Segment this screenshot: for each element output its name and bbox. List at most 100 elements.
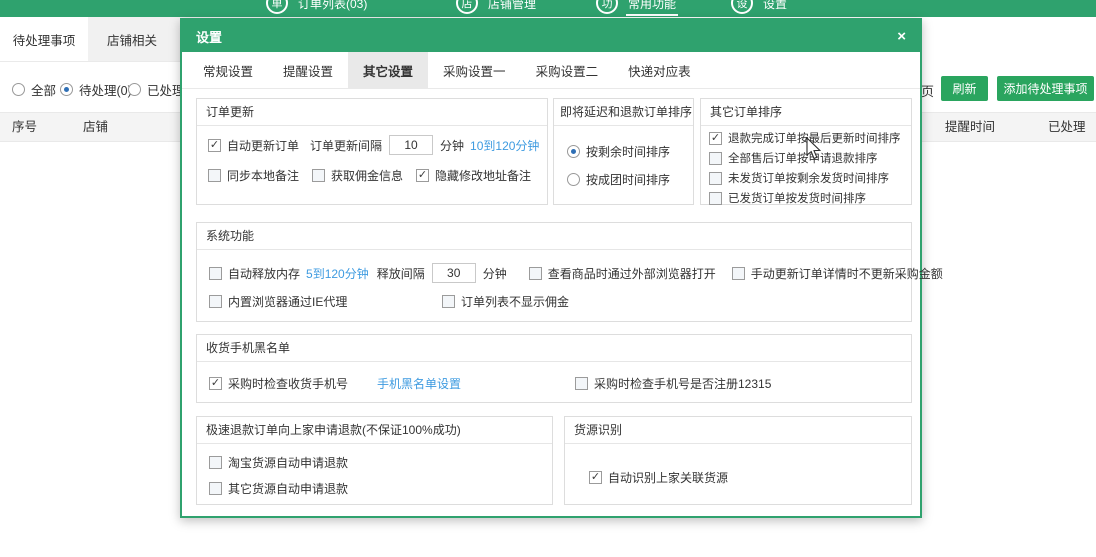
col-seq: 序号 xyxy=(12,113,37,141)
nav-settings-label: 设置 xyxy=(763,0,787,12)
checkbox-label: 未发货订单按剩余发货时间排序 xyxy=(728,170,889,186)
checkbox-icon xyxy=(208,169,221,182)
section-title: 极速退款订单向上家申请退款(不保证100%成功) xyxy=(197,417,552,444)
section-other-order-sort: 其它订单排序 退款完成订单按最后更新时间排序 全部售后订单按申请退款排序 未发货… xyxy=(700,98,912,205)
radio-sort-by-remaining-time[interactable]: 按剩余时间排序 xyxy=(567,143,670,160)
tab-pending-items[interactable]: 待处理事项 xyxy=(0,17,88,61)
checkbox-label: 全部售后订单按申请退款排序 xyxy=(728,150,878,166)
filter-processed[interactable]: 已处理 xyxy=(128,80,185,99)
checkbox-label: 自动更新订单 xyxy=(227,137,299,154)
checkbox-icon xyxy=(709,192,722,205)
section-title: 订单更新 xyxy=(197,99,547,126)
add-pending-item-button[interactable]: 添加待处理事项 xyxy=(997,76,1094,101)
common-functions-icon: 功 xyxy=(596,0,618,14)
release-interval-label: 释放间隔 xyxy=(377,265,425,282)
checkbox-get-commission[interactable]: 获取佣金信息 xyxy=(312,167,403,184)
checkbox-auto-identify-source[interactable]: 自动识别上家关联货源 xyxy=(589,469,728,486)
checkbox-icon xyxy=(416,169,429,182)
checkbox-taobao-auto-refund[interactable]: 淘宝货源自动申请退款 xyxy=(209,454,348,471)
section-title: 收货手机黑名单 xyxy=(197,335,911,362)
checkbox-label: 已发货订单按发货时间排序 xyxy=(728,190,866,206)
checkbox-refund-complete-sort[interactable]: 退款完成订单按最后更新时间排序 xyxy=(709,130,901,146)
nav-order-list[interactable]: 单 订单列表(03) xyxy=(266,0,367,14)
section-phone-blacklist: 收货手机黑名单 采购时检查收货手机号 手机黑名单设置 采购时检查手机号是否注册1… xyxy=(196,334,912,403)
checkbox-ie-proxy[interactable]: 内置浏览器通过IE代理 xyxy=(209,293,347,310)
checkbox-hide-address-note[interactable]: 隐藏修改地址备注 xyxy=(416,167,531,184)
checkbox-auto-free-memory[interactable]: 自动释放内存 xyxy=(209,265,300,282)
settings-dialog-header: 设置 × xyxy=(182,20,920,52)
checkbox-icon xyxy=(209,267,222,280)
section-title: 其它订单排序 xyxy=(701,99,911,126)
checkbox-icon xyxy=(529,267,542,280)
checkbox-label: 手动更新订单详情时不更新采购金额 xyxy=(751,265,943,282)
checkbox-label: 获取佣金信息 xyxy=(331,167,403,184)
checkbox-no-commission-in-list[interactable]: 订单列表不显示佣金 xyxy=(442,293,569,310)
checkbox-icon xyxy=(209,482,222,495)
interval-range-link[interactable]: 10到120分钟 xyxy=(470,137,539,154)
refresh-button[interactable]: 刷新 xyxy=(941,76,988,101)
checkbox-shipped-sort[interactable]: 已发货订单按发货时间排序 xyxy=(709,190,866,206)
checkbox-external-browser[interactable]: 查看商品时通过外部浏览器打开 xyxy=(529,265,716,282)
pagination-partial-text: 页 xyxy=(921,81,934,100)
checkbox-label: 订单列表不显示佣金 xyxy=(461,293,569,310)
checkbox-label: 退款完成订单按最后更新时间排序 xyxy=(728,130,901,146)
checkbox-label: 查看商品时通过外部浏览器打开 xyxy=(548,265,716,282)
section-delay-refund-sort: 即将延迟和退款订单排序 按剩余时间排序 按成团时间排序 xyxy=(553,98,694,205)
tab-reminder-settings[interactable]: 提醒设置 xyxy=(268,52,348,88)
filter-pending-label: 待处理(0) xyxy=(79,80,132,99)
checkbox-label: 其它货源自动申请退款 xyxy=(228,480,348,497)
checkbox-other-auto-refund[interactable]: 其它货源自动申请退款 xyxy=(209,480,348,497)
section-source-identify: 货源识别 自动识别上家关联货源 xyxy=(564,416,912,505)
filter-pending[interactable]: 待处理(0) xyxy=(60,80,132,99)
checkbox-check-12315[interactable]: 采购时检查手机号是否注册12315 xyxy=(575,375,771,392)
radio-label: 按成团时间排序 xyxy=(586,171,670,188)
checkbox-auto-update-orders[interactable]: 自动更新订单 xyxy=(208,137,299,154)
checkbox-label: 采购时检查手机号是否注册12315 xyxy=(594,375,771,392)
checkbox-icon xyxy=(709,172,722,185)
checkbox-label: 同步本地备注 xyxy=(227,167,299,184)
checkbox-aftersale-sort[interactable]: 全部售后订单按申请退款排序 xyxy=(709,150,878,166)
section-order-update: 订单更新 自动更新订单 订单更新间隔 分钟 10到120分钟 同步本地备注 获取… xyxy=(196,98,548,205)
memory-range-link[interactable]: 5到120分钟 xyxy=(306,265,369,282)
tab-purchase-one[interactable]: 采购设置一 xyxy=(428,52,521,88)
tab-other-settings[interactable]: 其它设置 xyxy=(348,52,428,88)
tab-general-settings[interactable]: 常规设置 xyxy=(188,52,268,88)
checkbox-icon xyxy=(209,456,222,469)
checkbox-manual-update-no-amount[interactable]: 手动更新订单详情时不更新采购金额 xyxy=(732,265,943,282)
update-interval-input[interactable] xyxy=(389,135,433,155)
col-shop: 店铺 xyxy=(83,113,108,141)
checkbox-icon xyxy=(442,295,455,308)
filter-all[interactable]: 全部 xyxy=(12,80,56,99)
checkbox-label: 自动释放内存 xyxy=(228,265,300,282)
section-title: 系统功能 xyxy=(197,223,911,250)
checkbox-sync-local-notes[interactable]: 同步本地备注 xyxy=(208,167,299,184)
radio-sort-by-group-time[interactable]: 按成团时间排序 xyxy=(567,171,670,188)
radio-icon xyxy=(128,83,141,96)
section-title: 货源识别 xyxy=(565,417,911,444)
tab-purchase-two[interactable]: 采购设置二 xyxy=(521,52,614,88)
phone-blacklist-settings-link[interactable]: 手机黑名单设置 xyxy=(377,375,461,392)
top-nav-bar: 单 订单列表(03) 店 店铺管理 功 常用功能 设 设置 xyxy=(0,0,1096,17)
nav-shop-manage[interactable]: 店 店铺管理 xyxy=(456,0,536,14)
shop-manage-icon: 店 xyxy=(456,0,478,14)
nav-common-functions[interactable]: 功 常用功能 xyxy=(596,0,676,14)
checkbox-check-receiver-phone[interactable]: 采购时检查收货手机号 xyxy=(209,375,348,392)
section-fast-refund: 极速退款订单向上家申请退款(不保证100%成功) 淘宝货源自动申请退款 其它货源… xyxy=(196,416,553,505)
tab-shop-related[interactable]: 店铺相关 xyxy=(88,17,176,61)
radio-icon xyxy=(567,145,580,158)
settings-dialog: 设置 × 常规设置 提醒设置 其它设置 采购设置一 采购设置二 快递对应表 订单… xyxy=(180,18,922,518)
dialog-title: 设置 xyxy=(196,27,222,46)
nav-settings[interactable]: 设 设置 xyxy=(731,0,787,14)
checkbox-label: 采购时检查收货手机号 xyxy=(228,375,348,392)
tab-express-mapping[interactable]: 快递对应表 xyxy=(613,52,706,88)
close-icon[interactable]: × xyxy=(897,29,906,44)
minutes-label: 分钟 xyxy=(440,137,464,154)
nav-common-functions-label: 常用功能 xyxy=(628,0,676,12)
settings-icon: 设 xyxy=(731,0,753,14)
release-interval-input[interactable] xyxy=(432,263,476,283)
col-processed: 已处理 xyxy=(1048,113,1086,141)
checkbox-label: 隐藏修改地址备注 xyxy=(435,167,531,184)
checkbox-unshipped-sort[interactable]: 未发货订单按剩余发货时间排序 xyxy=(709,170,889,186)
checkbox-label: 内置浏览器通过IE代理 xyxy=(228,293,347,310)
checkbox-icon xyxy=(709,152,722,165)
